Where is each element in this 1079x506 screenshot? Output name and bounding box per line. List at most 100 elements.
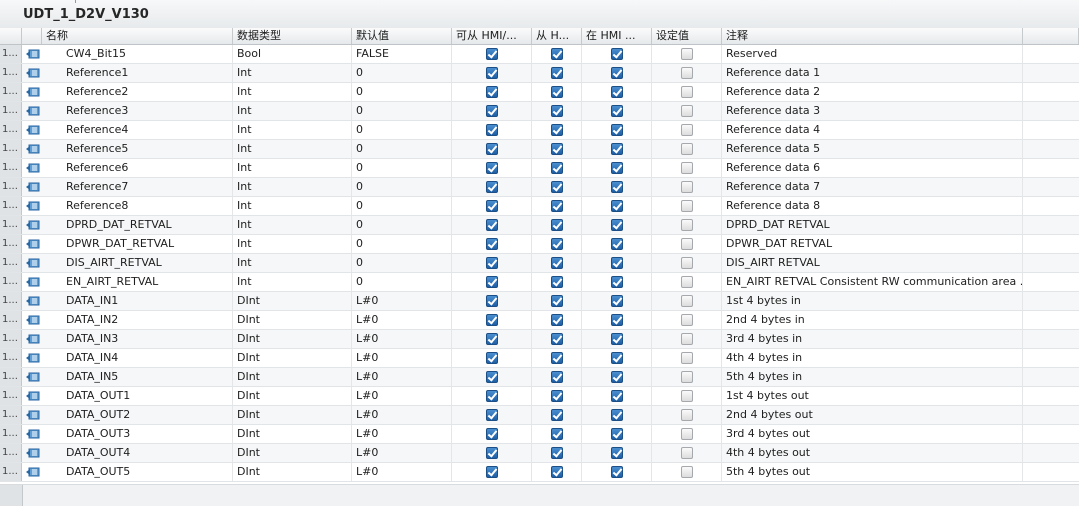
hmi-writable-checkbox[interactable] [551,466,563,478]
cell-default[interactable]: L#0 [352,368,452,386]
hmi-writable-checkbox[interactable] [551,257,563,269]
hmi-visible-checkbox[interactable] [611,105,623,117]
cell-comment[interactable]: EN_AIRT RETVAL Consistent RW communicati… [722,273,1023,291]
cell-name[interactable]: DATA_OUT1 [42,387,233,405]
hmi-visible-checkbox[interactable] [611,67,623,79]
row-number[interactable]: 1... [0,463,22,481]
cell-name[interactable]: DATA_IN5 [42,368,233,386]
hmi-writable-checkbox[interactable] [551,48,563,60]
cell-type[interactable]: DInt [233,425,352,443]
hmi-visible-checkbox[interactable] [611,295,623,307]
hmi-visible-checkbox[interactable] [611,86,623,98]
cell-name[interactable]: Reference6 [42,159,233,177]
hmi-accessible-checkbox[interactable] [486,390,498,402]
hmi-visible-checkbox[interactable] [611,276,623,288]
row-number[interactable]: 1... [0,349,22,367]
hmi-writable-checkbox[interactable] [551,390,563,402]
cell-type[interactable]: Int [233,235,352,253]
hmi-visible-checkbox[interactable] [611,409,623,421]
cell-comment[interactable]: Reference data 3 [722,102,1023,120]
cell-comment[interactable]: 4th 4 bytes in [722,349,1023,367]
hmi-writable-checkbox[interactable] [551,238,563,250]
hmi-accessible-checkbox[interactable] [486,314,498,326]
cell-type[interactable]: Int [233,273,352,291]
cell-name[interactable]: DATA_IN2 [42,311,233,329]
setpoint-checkbox[interactable] [681,409,693,421]
row-number[interactable]: 1... [0,178,22,196]
hmi-accessible-checkbox[interactable] [486,257,498,269]
cell-name[interactable]: CW4_Bit15 [42,45,233,63]
cell-type[interactable]: Int [233,254,352,272]
cell-default[interactable]: 0 [352,159,452,177]
setpoint-checkbox[interactable] [681,466,693,478]
cell-type[interactable]: Int [233,216,352,234]
setpoint-checkbox[interactable] [681,181,693,193]
hmi-accessible-checkbox[interactable] [486,295,498,307]
header-comment[interactable]: 注释 [722,28,1023,44]
cell-default[interactable]: 0 [352,197,452,215]
table-row[interactable]: 1... Reference6 Int 0 Reference data 6 [0,159,1079,178]
cell-default[interactable]: 0 [352,64,452,82]
setpoint-checkbox[interactable] [681,48,693,60]
cell-name[interactable]: Reference8 [42,197,233,215]
hmi-accessible-checkbox[interactable] [486,162,498,174]
hmi-writable-checkbox[interactable] [551,124,563,136]
hmi-writable-checkbox[interactable] [551,86,563,98]
cell-comment[interactable]: 4th 4 bytes out [722,444,1023,462]
table-row[interactable]: 1... DATA_IN5 DInt L#0 5th 4 bytes in [0,368,1079,387]
row-number[interactable]: 1... [0,406,22,424]
hmi-visible-checkbox[interactable] [611,447,623,459]
hmi-accessible-checkbox[interactable] [486,409,498,421]
cell-name[interactable]: DATA_IN4 [42,349,233,367]
hmi-writable-checkbox[interactable] [551,162,563,174]
hmi-accessible-checkbox[interactable] [486,447,498,459]
hmi-accessible-checkbox[interactable] [486,428,498,440]
cell-comment[interactable]: Reference data 7 [722,178,1023,196]
cell-comment[interactable]: DIS_AIRT RETVAL [722,254,1023,272]
hmi-visible-checkbox[interactable] [611,162,623,174]
hmi-accessible-checkbox[interactable] [486,143,498,155]
cell-comment[interactable]: DPWR_DAT RETVAL [722,235,1023,253]
hmi-visible-checkbox[interactable] [611,257,623,269]
row-number[interactable]: 1... [0,254,22,272]
cell-comment[interactable]: 1st 4 bytes in [722,292,1023,310]
cell-default[interactable]: 0 [352,216,452,234]
hmi-writable-checkbox[interactable] [551,143,563,155]
cell-default[interactable]: L#0 [352,292,452,310]
setpoint-checkbox[interactable] [681,428,693,440]
row-number[interactable]: 1... [0,235,22,253]
hmi-visible-checkbox[interactable] [611,200,623,212]
hmi-visible-checkbox[interactable] [611,352,623,364]
setpoint-checkbox[interactable] [681,276,693,288]
cell-type[interactable]: Bool [233,45,352,63]
cell-default[interactable]: 0 [352,254,452,272]
hmi-writable-checkbox[interactable] [551,409,563,421]
cell-name[interactable]: Reference2 [42,83,233,101]
hmi-writable-checkbox[interactable] [551,181,563,193]
hmi-writable-checkbox[interactable] [551,295,563,307]
hmi-visible-checkbox[interactable] [611,48,623,60]
cell-default[interactable]: 0 [352,178,452,196]
table-row[interactable]: 1... Reference1 Int 0 Reference data 1 [0,64,1079,83]
table-row[interactable]: 1... DATA_OUT1 DInt L#0 1st 4 bytes out [0,387,1079,406]
hmi-visible-checkbox[interactable] [611,314,623,326]
cell-default[interactable]: L#0 [352,406,452,424]
row-number[interactable]: 1... [0,64,22,82]
table-row[interactable]: 1... Reference3 Int 0 Reference data 3 [0,102,1079,121]
cell-comment[interactable]: Reference data 4 [722,121,1023,139]
table-row[interactable]: 1... DATA_IN4 DInt L#0 4th 4 bytes in [0,349,1079,368]
row-number[interactable]: 1... [0,425,22,443]
row-number[interactable]: 1... [0,311,22,329]
cell-type[interactable]: DInt [233,463,352,481]
hmi-visible-checkbox[interactable] [611,371,623,383]
cell-default[interactable]: L#0 [352,387,452,405]
row-number[interactable]: 1... [0,330,22,348]
cell-comment[interactable]: 5th 4 bytes in [722,368,1023,386]
cell-name[interactable]: Reference7 [42,178,233,196]
cell-type[interactable]: Int [233,197,352,215]
cell-name[interactable]: DIS_AIRT_RETVAL [42,254,233,272]
hmi-accessible-checkbox[interactable] [486,371,498,383]
hmi-writable-checkbox[interactable] [551,200,563,212]
row-number[interactable]: 1... [0,121,22,139]
cell-type[interactable]: DInt [233,387,352,405]
